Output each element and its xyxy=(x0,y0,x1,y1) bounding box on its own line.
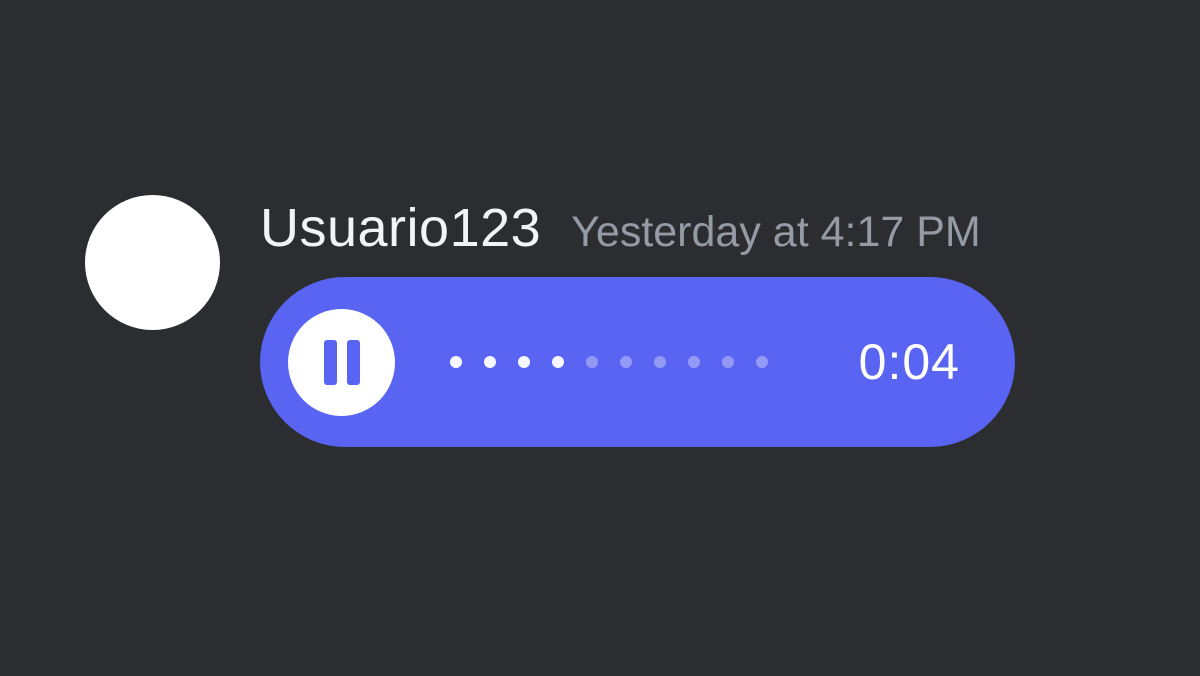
message-content: Usuario123 Yesterday at 4:17 PM xyxy=(260,195,1015,447)
wave-dot xyxy=(518,356,530,368)
voice-duration: 0:04 xyxy=(859,333,960,391)
wave-dot xyxy=(654,356,666,368)
wave-dot xyxy=(450,356,462,368)
timestamp: Yesterday at 4:17 PM xyxy=(571,208,981,257)
voice-message-player[interactable]: 0:04 xyxy=(260,277,1015,447)
pause-icon xyxy=(324,340,360,385)
username[interactable]: Usuario123 xyxy=(260,197,541,259)
wave-dot xyxy=(620,356,632,368)
wave-dot xyxy=(586,356,598,368)
wave-dot xyxy=(552,356,564,368)
voice-waveform[interactable] xyxy=(450,356,834,368)
wave-dot xyxy=(722,356,734,368)
wave-dot xyxy=(756,356,768,368)
avatar[interactable] xyxy=(85,195,220,330)
message-row: Usuario123 Yesterday at 4:17 PM xyxy=(0,0,1200,447)
wave-dot xyxy=(688,356,700,368)
pause-button[interactable] xyxy=(288,309,395,416)
message-header: Usuario123 Yesterday at 4:17 PM xyxy=(260,197,1015,259)
wave-dot xyxy=(484,356,496,368)
